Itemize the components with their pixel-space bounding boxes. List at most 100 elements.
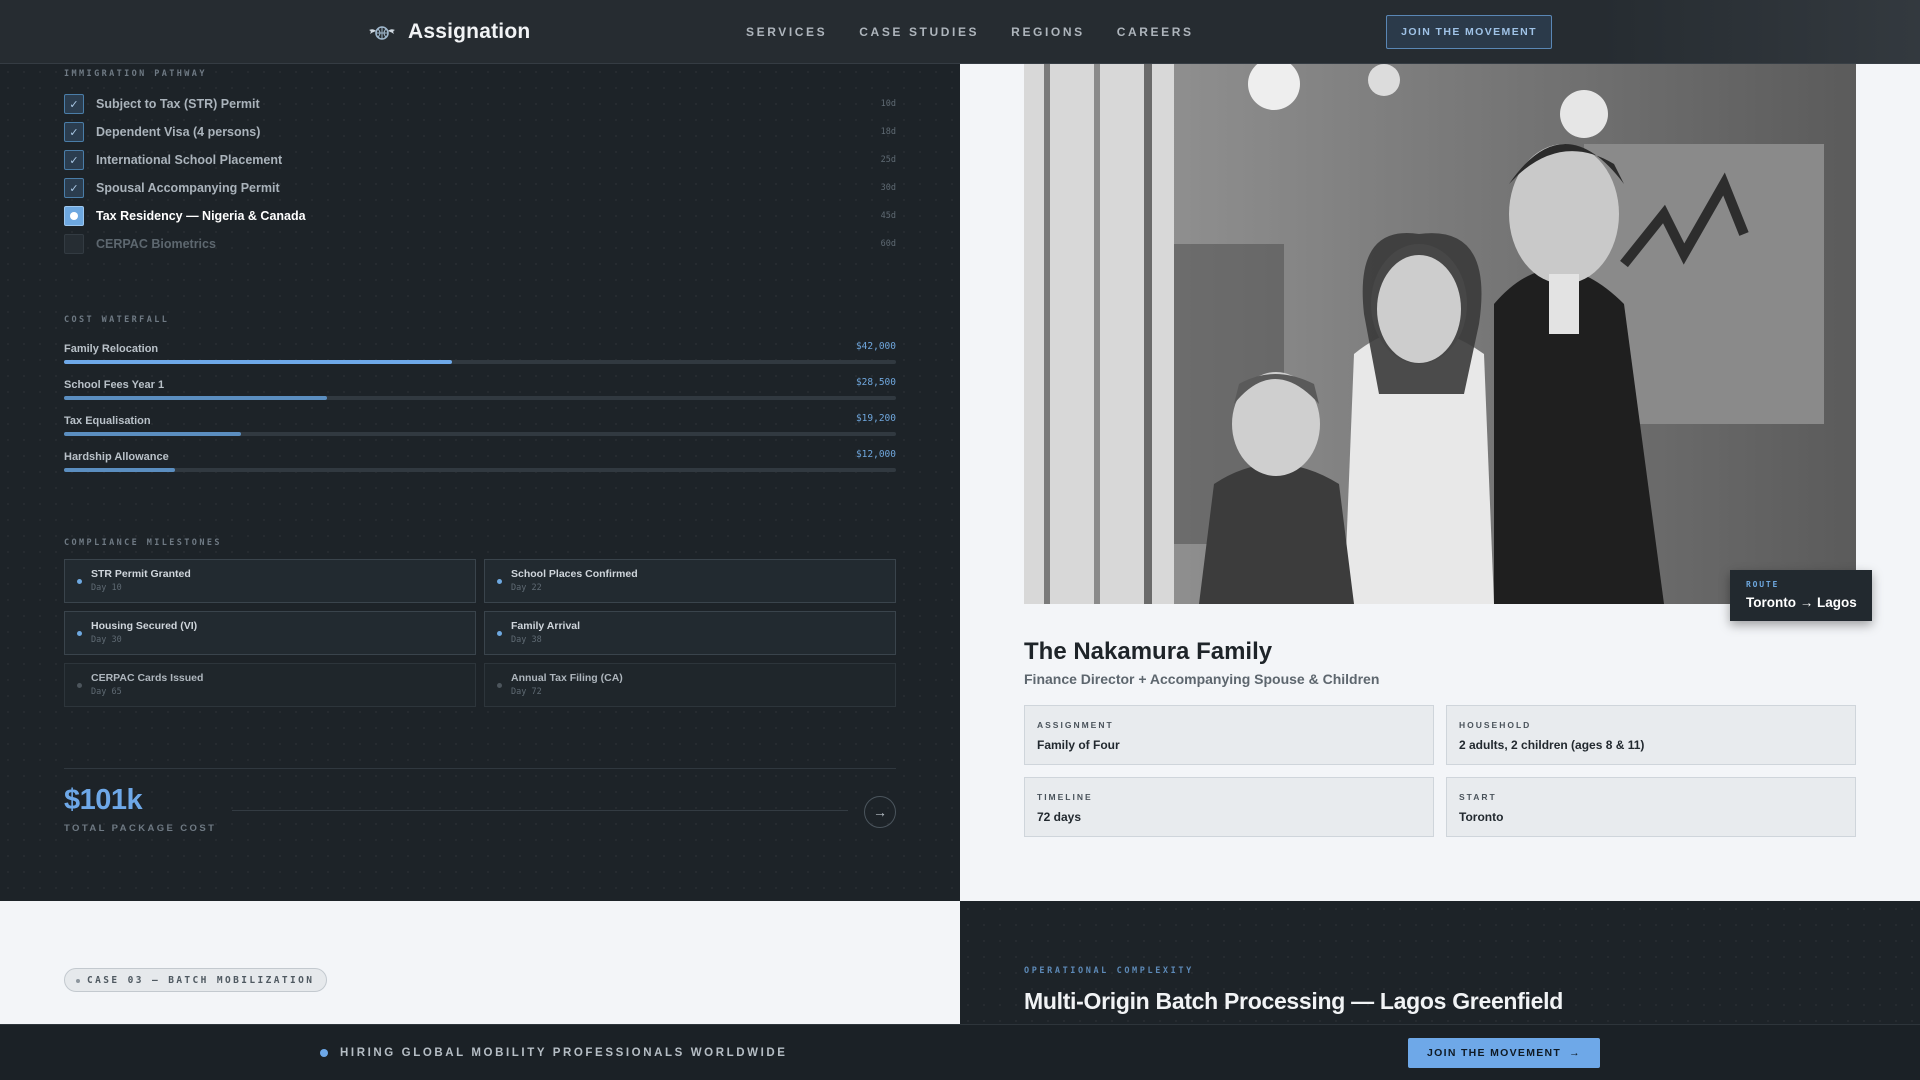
pathway-item-active[interactable]: Tax Residency — Nigeria & Canada 45d <box>64 205 896 227</box>
cost-item-label: School Fees Year 1 <box>64 379 165 391</box>
pathway-item-days: 60d <box>880 239 896 249</box>
info-value: 72 days <box>1037 810 1082 824</box>
info-card-start: START Toronto <box>1446 777 1856 837</box>
milestone-title: Housing Secured (VI) <box>91 620 198 632</box>
pathway-item-days: 10d <box>880 99 896 109</box>
nav-services[interactable]: SERVICES <box>746 25 827 39</box>
pathway-item-label: International School Placement <box>96 153 283 167</box>
milestone-card[interactable]: STR Permit Granted Day 10 <box>64 559 476 603</box>
pathway-item-label: Spousal Accompanying Permit <box>96 181 280 195</box>
info-value: Family of Four <box>1037 738 1120 752</box>
info-card-assignment: ASSIGNMENT Family of Four <box>1024 705 1434 765</box>
milestone-day: Day 38 <box>511 635 542 645</box>
milestone-title: Annual Tax Filing (CA) <box>511 672 623 684</box>
milestones-label: COMPLIANCE MILESTONES <box>64 538 222 548</box>
cost-bar-fill <box>64 432 242 436</box>
status-dot <box>497 631 502 636</box>
case-pill: CASE 03 — BATCH MOBILIZATION <box>64 968 328 992</box>
globe-wings-icon <box>369 26 395 40</box>
cost-bar-fill <box>64 396 328 400</box>
checkbox-checked[interactable]: ✓ <box>64 150 84 170</box>
pathway-item-days: 30d <box>880 183 896 193</box>
total-cost-label: TOTAL PACKAGE COST <box>64 823 217 834</box>
nav-regions[interactable]: REGIONS <box>1011 25 1085 39</box>
milestone-day: Day 10 <box>91 583 122 593</box>
checkbox-unchecked[interactable] <box>64 234 84 254</box>
checkbox-checked[interactable]: ✓ <box>64 94 84 114</box>
status-dot <box>497 683 502 688</box>
join-movement-button[interactable]: JOIN THE MOVEMENT <box>1386 15 1552 49</box>
case-subtitle: Finance Director + Accompanying Spouse &… <box>1024 671 1380 687</box>
cost-item-amount: $19,200 <box>855 413 896 424</box>
info-value: Toronto <box>1459 810 1504 824</box>
info-label: HOUSEHOLD <box>1459 720 1532 730</box>
checkbox-in-progress[interactable] <box>64 206 84 226</box>
cost-bar-fill <box>64 468 175 472</box>
route-badge: ROUTE Toronto → Lagos <box>1730 570 1872 621</box>
checkbox-checked[interactable]: ✓ <box>64 122 84 142</box>
route-value: Toronto → Lagos <box>1746 595 1857 610</box>
pathway-item-pending[interactable]: CERPAC Biometrics 60d <box>64 233 896 255</box>
milestone-card-pending[interactable]: CERPAC Cards Issued Day 65 <box>64 663 476 707</box>
cost-waterfall-label: COST WATERFALL <box>64 315 170 325</box>
pathway-item-label: CERPAC Biometrics <box>96 237 216 251</box>
arrow-right-button[interactable]: → <box>864 796 896 828</box>
pathway-item-days: 25d <box>880 155 896 165</box>
arrow-right-icon: → <box>873 804 887 820</box>
checkbox-checked[interactable]: ✓ <box>64 178 84 198</box>
milestone-day: Day 65 <box>91 687 122 697</box>
pulse-dot-icon <box>320 1049 328 1057</box>
milestone-title: CERPAC Cards Issued <box>91 672 204 684</box>
cost-bar-track <box>64 432 896 436</box>
check-icon: ✓ <box>69 126 79 139</box>
section-title: Multi-Origin Batch Processing — Lagos Gr… <box>1024 988 1563 1014</box>
progress-dot-icon <box>70 212 78 220</box>
pathway-item[interactable]: ✓ Spousal Accompanying Permit 30d <box>64 177 896 199</box>
milestone-title: School Places Confirmed <box>511 568 638 580</box>
check-icon: ✓ <box>69 182 79 195</box>
status-dot <box>77 631 82 636</box>
main-nav: SERVICES CASE STUDIES REGIONS CAREERS <box>746 25 1194 39</box>
pathway-item[interactable]: ✓ Dependent Visa (4 persons) 18d <box>64 121 896 143</box>
cost-item: Hardship Allowance $12,000 <box>64 449 896 473</box>
milestone-title: Family Arrival <box>511 620 581 632</box>
cost-bar-track <box>64 360 896 364</box>
brand-name: Assignation <box>408 20 531 43</box>
pathway-label: IMMIGRATION PATHWAY <box>64 69 207 79</box>
join-movement-banner-button[interactable]: JOIN THE MOVEMENT → <box>1408 1038 1600 1068</box>
cost-item-amount: $42,000 <box>855 341 896 352</box>
cost-item-amount: $12,000 <box>855 449 896 460</box>
milestone-card-pending[interactable]: Annual Tax Filing (CA) Day 72 <box>484 663 896 707</box>
banner-cta-label: JOIN THE MOVEMENT <box>1427 1047 1562 1059</box>
cost-item-label: Family Relocation <box>64 343 159 355</box>
milestone-card[interactable]: Housing Secured (VI) Day 30 <box>64 611 476 655</box>
pathway-item-days: 18d <box>880 127 896 137</box>
pathway-item[interactable]: ✓ Subject to Tax (STR) Permit 10d <box>64 93 896 115</box>
pathway-item-days: 45d <box>880 211 896 221</box>
pathway-item[interactable]: ✓ International School Placement 25d <box>64 149 896 171</box>
cost-bar-track <box>64 396 896 400</box>
status-dot <box>497 579 502 584</box>
case-title: The Nakamura Family <box>1024 638 1273 665</box>
banner-text: HIRING GLOBAL MOBILITY PROFESSIONALS WOR… <box>340 1047 788 1059</box>
divider-line <box>232 810 848 811</box>
milestone-card[interactable]: Family Arrival Day 38 <box>484 611 896 655</box>
milestone-card[interactable]: School Places Confirmed Day 22 <box>484 559 896 603</box>
pathway-item-label: Subject to Tax (STR) Permit <box>96 97 260 111</box>
header-fade <box>1600 0 1920 64</box>
cost-item: Family Relocation $42,000 <box>64 341 896 365</box>
nav-case-studies[interactable]: CASE STUDIES <box>859 25 979 39</box>
nav-careers[interactable]: CAREERS <box>1117 25 1194 39</box>
family-photo <box>1024 64 1856 604</box>
total-cost-value: $101k <box>64 784 143 816</box>
cost-item-label: Tax Equalisation <box>64 415 151 427</box>
milestone-day: Day 30 <box>91 635 122 645</box>
arrow-right-icon: → <box>1569 1047 1581 1059</box>
divider <box>64 768 896 769</box>
brand[interactable]: Assignation <box>368 18 530 46</box>
milestone-day: Day 22 <box>511 583 542 593</box>
route-label: ROUTE <box>1746 580 1780 589</box>
info-card-household: HOUSEHOLD 2 adults, 2 children (ages 8 &… <box>1446 705 1856 765</box>
milestone-title: STR Permit Granted <box>91 568 191 580</box>
info-value: 2 adults, 2 children (ages 8 & 11) <box>1459 738 1645 752</box>
